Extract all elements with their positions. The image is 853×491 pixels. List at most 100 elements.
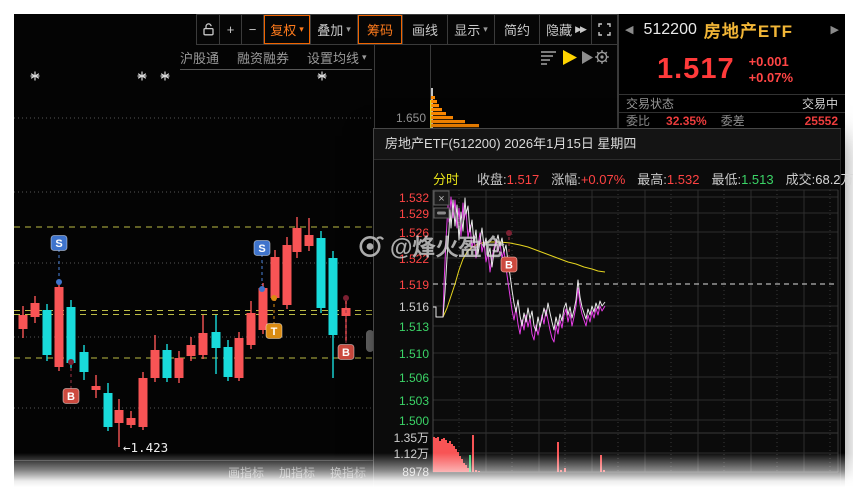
stat-最高: 最高:1.532 <box>637 172 699 187</box>
price-axis-label: 1.526 <box>398 226 429 240</box>
price-axis-label: 1.522 <box>398 252 429 266</box>
chevron-down-icon: ▾ <box>483 24 488 34</box>
price-axis-label: 1.529 <box>398 207 429 221</box>
tab-fenshi[interactable]: 分时 <box>433 172 459 187</box>
subtab-1[interactable]: 融资融券 <box>237 48 289 67</box>
candlestick <box>246 301 256 349</box>
price-axis-label: 1.12万 <box>393 447 429 461</box>
button-label: 复权 <box>270 23 297 38</box>
subtab-label: 沪股通 <box>180 50 220 66</box>
footer-button-0[interactable]: 画指标 <box>228 464 264 481</box>
fullscreen-button[interactable] <box>592 14 618 45</box>
candlestick <box>186 337 196 361</box>
prev-stock-arrow[interactable]: ◀ <box>625 23 633 36</box>
low-price-annotation: ←1.423 <box>123 440 168 455</box>
stat-value: 68.2万 <box>815 172 853 187</box>
overlay-button[interactable]: 叠加 ▾ <box>311 14 358 45</box>
weicha-value: 25552 <box>804 113 838 128</box>
candlestick <box>91 375 101 398</box>
status-value: 交易中 <box>801 97 838 111</box>
candlestick <box>198 315 208 359</box>
intraday-popup: 房地产ETF(512200) 2026年1月15日 星期四 分时 收盘:1.517… <box>373 128 853 491</box>
candlestick <box>79 345 89 380</box>
stat-value: 1.532 <box>666 172 700 187</box>
price-axis-label: 1.516 <box>398 300 429 314</box>
subtab-0[interactable]: 沪股通 <box>180 48 219 67</box>
fuquan-button[interactable]: 复权 ▾ <box>264 14 311 45</box>
chips-button[interactable]: 筹码 <box>358 14 403 45</box>
stat-value: 1.513 <box>741 172 774 187</box>
zoom-in-button[interactable]: + <box>220 14 242 45</box>
candlestick <box>54 281 64 371</box>
zoom-out-button[interactable]: − <box>242 14 264 45</box>
change-percent: +0.07% <box>748 69 794 85</box>
price-axis-label: 8978 <box>402 465 429 479</box>
stat-成交: 成交:68.2万 <box>786 172 853 187</box>
signal-badge-s: S <box>50 235 68 285</box>
candlestick <box>126 411 136 428</box>
quote-header: ◀ 512200 房地产ETF ▶ <box>619 14 845 45</box>
quote-panel: ◀ 512200 房地产ETF ▶ 1.517 +0.001 +0.07% 交易… <box>618 14 845 128</box>
button-label: 显示 <box>454 23 481 38</box>
main-toolbar: + − 复权 ▾ 叠加 ▾ 筹码 画线 显示 ▾ 简约 隐藏 ▶▶ <box>196 14 618 45</box>
candlestick <box>138 372 148 430</box>
signal-badge-t: T <box>265 295 283 339</box>
asterisk-marker <box>317 71 327 81</box>
candlestick <box>316 231 326 313</box>
stat-涨幅: 涨幅:+0.07% <box>551 172 625 187</box>
svg-text:S: S <box>258 243 265 255</box>
hide-button[interactable]: 隐藏 ▶▶ <box>540 14 592 45</box>
candlestick <box>30 296 40 323</box>
change-value: +0.001 <box>748 53 789 69</box>
subtab-2[interactable]: 设置均线 ▾ <box>307 48 367 67</box>
chip-axis-label: 1.650 <box>395 111 426 125</box>
gear-icon[interactable] <box>595 50 609 64</box>
footer-button-1[interactable]: 加指标 <box>279 464 315 481</box>
signal-badge-s: S <box>253 240 271 292</box>
asterisk-marker <box>137 71 147 81</box>
market-tabs: 沪股通 融资融券 设置均线 ▾ <box>180 45 372 70</box>
candlestick <box>270 250 280 301</box>
simple-mode-button[interactable]: 简约 <box>495 14 540 45</box>
popup-title[interactable]: 房地产ETF(512200) 2026年1月15日 星期四 <box>374 129 840 160</box>
display-button[interactable]: 显示 ▾ <box>448 14 495 45</box>
weibi-label: 委比 <box>626 114 651 128</box>
button-label: 画线 <box>411 23 438 38</box>
price-axis-label: 1.532 <box>398 191 429 205</box>
candlestick <box>223 340 233 381</box>
stat-label: 最高: <box>637 172 667 187</box>
chevron-down-icon: ▾ <box>299 24 304 34</box>
asterisk-marker <box>30 71 40 81</box>
next-stock-arrow[interactable]: ▶ <box>831 23 839 36</box>
lock-button[interactable] <box>196 14 220 45</box>
lock-open-icon <box>202 23 214 36</box>
footer-button-2[interactable]: 换指标 <box>330 464 366 481</box>
price-change: +0.001 +0.07% <box>749 54 793 86</box>
intraday-info-row: 分时 收盘:1.517 涨幅:+0.07% 最高:1.532 最低:1.513 成交:68… <box>433 169 853 188</box>
svg-text:B: B <box>342 347 350 359</box>
stock-code: 512200 <box>643 20 697 38</box>
price-axis-label: 1.510 <box>398 347 429 361</box>
price-axis-label: 1.503 <box>398 394 429 408</box>
asterisk-marker <box>160 71 170 81</box>
chevron-down-icon: ▾ <box>362 51 367 62</box>
subtab-label: 融资融券 <box>237 50 290 66</box>
chevron-down-icon: ▾ <box>346 24 351 34</box>
stat-收盘: 收盘:1.517 <box>477 172 539 187</box>
button-label: 筹码 <box>366 23 393 38</box>
svg-text:B: B <box>67 391 75 403</box>
candlestick <box>150 335 160 382</box>
candlestick <box>292 217 302 258</box>
draw-line-button[interactable]: 画线 <box>403 14 448 45</box>
chart-quick-icons[interactable] <box>541 50 609 65</box>
subtab-label: 设置均线 <box>307 50 360 66</box>
price-row: 1.517 +0.001 +0.07% <box>619 45 845 94</box>
candlestick <box>162 344 172 382</box>
candlestick <box>328 251 338 378</box>
candlestick <box>211 315 221 374</box>
play-icon[interactable] <box>582 51 593 64</box>
stat-label: 涨幅: <box>551 172 581 187</box>
candlestick <box>66 300 76 368</box>
price-axis-label: 1.35万 <box>393 431 429 445</box>
play-forward-icon[interactable] <box>563 50 577 65</box>
